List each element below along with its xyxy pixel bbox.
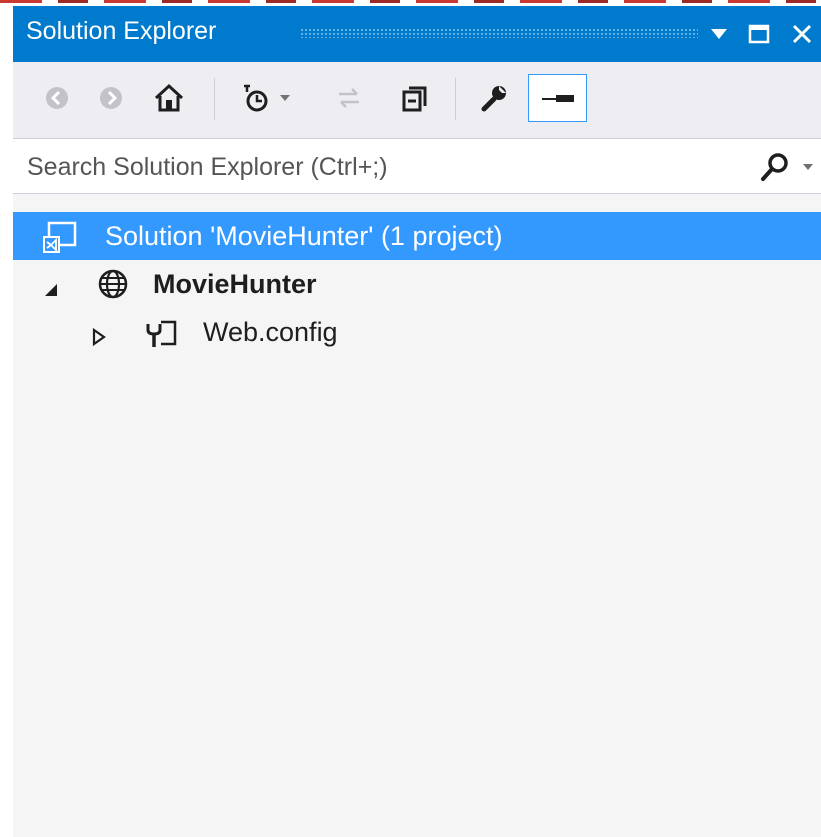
expanded-arrow-icon[interactable] [43, 274, 59, 305]
window-position-dropdown-button[interactable] [701, 16, 737, 52]
maximize-button[interactable] [741, 16, 777, 52]
file-label: Web.config [203, 317, 338, 347]
dropdown-arrow-icon [280, 95, 290, 101]
title-grip[interactable] [300, 28, 698, 38]
config-file-icon [145, 316, 185, 357]
forward-icon [100, 87, 122, 109]
back-icon [46, 87, 68, 109]
title-bar[interactable]: Solution Explorer [13, 6, 821, 62]
sync-with-active-document-button[interactable] [329, 78, 369, 118]
tree-item-solution[interactable]: Solution 'MovieHunter' (1 project) [13, 212, 821, 260]
dropdown-icon [711, 29, 727, 39]
tree-item-project[interactable]: MovieHunter [13, 260, 821, 308]
search-button[interactable] [760, 149, 820, 185]
home-button[interactable] [149, 78, 189, 118]
back-button[interactable] [37, 78, 77, 118]
maximize-icon [748, 24, 770, 44]
pending-changes-filter-button[interactable] [235, 78, 275, 118]
preview-selected-items-button[interactable] [528, 74, 587, 122]
toolbar-separator [214, 78, 215, 120]
tree-item-web-config[interactable]: Web.config [13, 308, 821, 356]
filter-dropdown-button[interactable] [273, 78, 297, 118]
search-input[interactable] [25, 147, 729, 187]
toolbar-separator [455, 78, 456, 120]
sync-icon [339, 88, 359, 108]
web-project-icon [97, 268, 129, 307]
properties-button[interactable] [475, 78, 515, 118]
toolbar [13, 62, 821, 138]
solution-label: Solution 'MovieHunter' (1 project) [105, 221, 503, 251]
search-icon [761, 153, 788, 181]
properties-icon [481, 86, 506, 112]
collapse-all-icon [402, 86, 427, 112]
solution-icon [43, 220, 77, 261]
preview-icon [541, 95, 574, 102]
search-box [13, 138, 821, 194]
solution-tree: Solution 'MovieHunter' (1 project) Movie… [13, 194, 821, 837]
window-title: Solution Explorer [26, 17, 217, 45]
project-label: MovieHunter [153, 269, 317, 299]
forward-button[interactable] [91, 78, 131, 118]
close-button[interactable] [784, 16, 820, 52]
search-options-dropdown-icon [803, 164, 813, 170]
home-icon [154, 83, 184, 112]
pending-changes-filter-icon [244, 84, 268, 112]
close-icon [792, 24, 812, 44]
collapse-all-button[interactable] [395, 78, 435, 118]
collapsed-arrow-icon[interactable] [91, 322, 107, 353]
